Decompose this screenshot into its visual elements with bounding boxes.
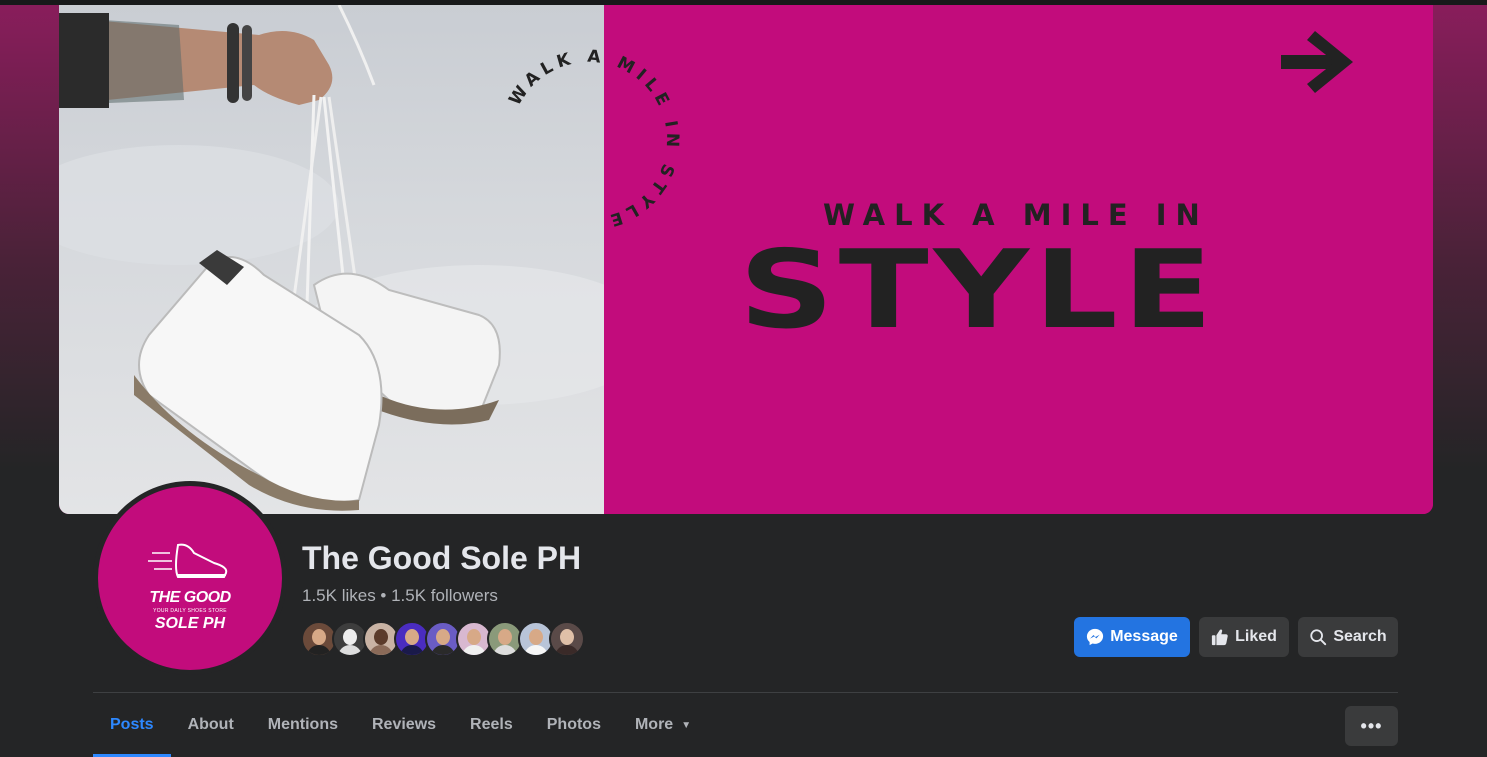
page-title: The Good Sole PH bbox=[302, 540, 582, 576]
profile-picture[interactable]: THE GOOD YOUR DAILY SHOES STORE SOLE PH bbox=[93, 481, 287, 675]
tab-more[interactable]: More ▼ bbox=[618, 693, 708, 757]
tab-label: Reviews bbox=[372, 716, 437, 733]
tab-reels[interactable]: Reels bbox=[453, 693, 530, 757]
arrow-right-icon bbox=[1281, 31, 1353, 93]
tab-mentions[interactable]: Mentions bbox=[251, 693, 355, 757]
svg-text:WALK A MILE IN STYLE: WALK A MILE IN STYLE bbox=[505, 47, 682, 232]
more-options-button[interactable]: ••• bbox=[1345, 706, 1398, 746]
tab-photos[interactable]: Photos bbox=[530, 693, 618, 757]
follower-avatar[interactable] bbox=[549, 621, 585, 657]
tab-label: More bbox=[634, 716, 674, 733]
tab-label: Mentions bbox=[267, 716, 338, 733]
messenger-icon bbox=[1087, 628, 1104, 646]
caret-down-icon: ▼ bbox=[681, 719, 692, 731]
liked-button[interactable]: Liked bbox=[1199, 617, 1289, 657]
search-icon bbox=[1310, 629, 1327, 646]
tab-label: Posts bbox=[110, 716, 154, 733]
follower-avatars bbox=[301, 621, 585, 657]
search-button[interactable]: Search bbox=[1298, 617, 1398, 657]
thumbs-up-icon bbox=[1211, 629, 1228, 646]
message-button-label: Message bbox=[1110, 628, 1178, 645]
search-button-label: Search bbox=[1333, 628, 1387, 645]
cover-headline: STYLE bbox=[739, 228, 1218, 353]
tab-posts[interactable]: Posts bbox=[93, 693, 171, 757]
brand-tagline: YOUR DAILY SHOES STORE bbox=[153, 608, 227, 614]
liked-button-label: Liked bbox=[1235, 628, 1277, 645]
tab-reviews[interactable]: Reviews bbox=[355, 693, 453, 757]
likes-followers-count[interactable]: 1.5K likes • 1.5K followers bbox=[302, 586, 498, 606]
sneaker-icon bbox=[148, 543, 228, 578]
tab-label: Photos bbox=[546, 716, 601, 733]
avatar-logo-badge: THE GOOD YOUR DAILY SHOES STORE SOLE PH bbox=[98, 486, 282, 670]
circular-text-badge: WALK A MILE IN STYLE bbox=[505, 47, 682, 232]
message-button[interactable]: Message bbox=[1074, 617, 1190, 657]
tab-label: Reels bbox=[470, 716, 513, 733]
brand-name-line1: THE GOOD bbox=[149, 589, 231, 606]
tab-about[interactable]: About bbox=[171, 693, 251, 757]
tab-label: About bbox=[187, 716, 234, 733]
page-tabs: Posts About Mentions Reviews Reels Photo… bbox=[93, 693, 708, 757]
cover-photo[interactable]: WALK A MILE IN STYLE WALK A MILE IN STYL… bbox=[59, 5, 1433, 514]
cover-tagline: WALK A MILE IN bbox=[823, 198, 1209, 232]
brand-name-line2: SOLE PH bbox=[154, 615, 226, 632]
